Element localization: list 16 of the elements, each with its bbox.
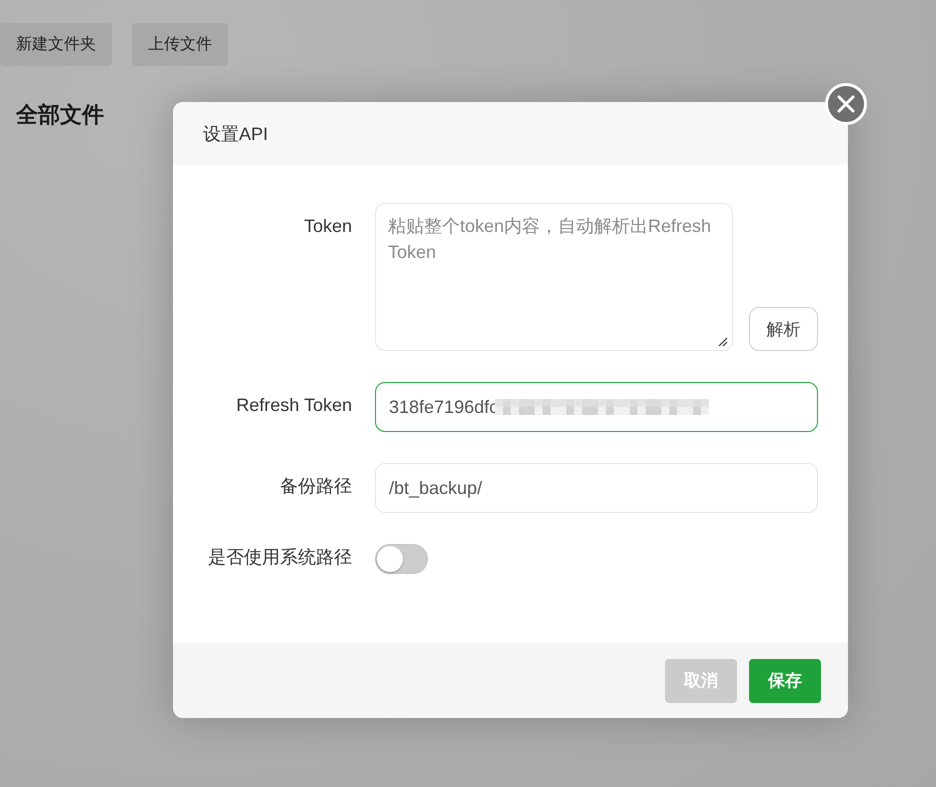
toggle-switch[interactable]: [375, 544, 428, 574]
dialog-title: 设置API: [203, 122, 268, 146]
close-button[interactable]: [825, 83, 867, 125]
resize-handle-icon[interactable]: [718, 337, 728, 347]
field-label: Token: [304, 216, 352, 237]
input-field[interactable]: 318fe7196dfc: [375, 382, 818, 432]
field-label: Refresh Token: [236, 394, 352, 416]
parse-button[interactable]: 解析: [749, 307, 818, 351]
field-label: 是否使用系统路径: [208, 546, 352, 569]
token-textarea[interactable]: 粘贴整个token内容，自动解析出Refresh Token: [375, 203, 733, 351]
input-field[interactable]: /bt_backup/: [375, 463, 818, 513]
field-label: 备份路径: [280, 475, 352, 498]
close-icon: [837, 95, 855, 113]
page-title: 全部文件: [16, 101, 104, 129]
toolbar-button[interactable]: 新建文件夹: [0, 23, 112, 66]
toolbar-button[interactable]: 上传文件: [132, 23, 228, 66]
